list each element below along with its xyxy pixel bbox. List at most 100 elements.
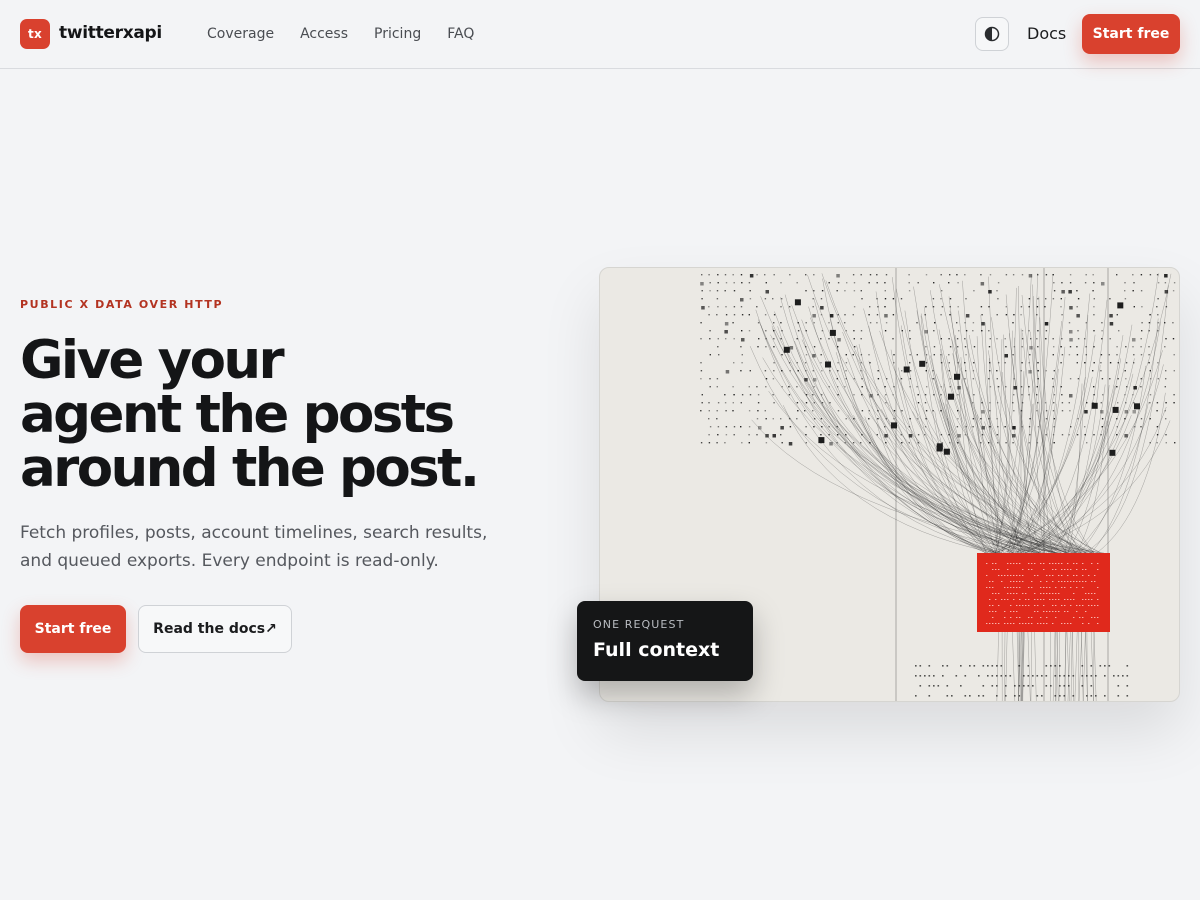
data-dot bbox=[1021, 362, 1023, 364]
block-pixel bbox=[1094, 581, 1096, 582]
data-dot bbox=[885, 442, 887, 444]
data-dot bbox=[1027, 665, 1030, 667]
data-dot bbox=[756, 386, 758, 388]
data-dot bbox=[1117, 685, 1120, 687]
data-dot bbox=[1018, 665, 1021, 667]
data-dot bbox=[1069, 410, 1071, 412]
data-dot bbox=[965, 330, 968, 332]
data-dot bbox=[1053, 426, 1055, 428]
read-docs-button[interactable]: Read the docs↗ bbox=[138, 605, 292, 653]
data-dot bbox=[1052, 386, 1054, 388]
data-dot bbox=[709, 330, 711, 332]
data-dot bbox=[748, 386, 750, 388]
data-dot bbox=[861, 434, 863, 436]
block-pixel bbox=[1058, 581, 1060, 582]
block-pixel bbox=[1088, 593, 1090, 594]
block-pixel bbox=[1025, 605, 1027, 606]
block-pixel bbox=[1010, 617, 1012, 618]
data-dot bbox=[812, 314, 816, 318]
block-pixel bbox=[1067, 599, 1069, 600]
data-dot bbox=[708, 418, 710, 420]
data-dot bbox=[1117, 675, 1120, 677]
red-output-block bbox=[977, 553, 1110, 632]
block-pixel bbox=[1019, 575, 1021, 576]
data-dot bbox=[949, 274, 951, 276]
data-dot bbox=[924, 402, 927, 404]
data-dot bbox=[860, 274, 862, 276]
data-dot bbox=[820, 306, 824, 310]
data-dot bbox=[709, 338, 711, 340]
data-dot bbox=[969, 665, 971, 667]
data-dot bbox=[853, 306, 856, 308]
data-dot bbox=[869, 442, 871, 444]
block-pixel bbox=[1088, 599, 1090, 600]
data-dot bbox=[805, 402, 808, 404]
data-dot bbox=[725, 282, 728, 284]
data-square bbox=[903, 366, 910, 373]
header-start-free-button[interactable]: Start free bbox=[1082, 14, 1180, 54]
data-dot bbox=[724, 274, 727, 276]
data-dot bbox=[821, 426, 823, 428]
block-pixel bbox=[1079, 581, 1081, 582]
data-dot bbox=[1124, 298, 1127, 300]
block-pixel bbox=[1052, 569, 1054, 570]
data-dot bbox=[709, 282, 711, 284]
hero-start-free-button[interactable]: Start free bbox=[20, 605, 126, 653]
data-dot bbox=[772, 418, 774, 420]
brand-name[interactable]: twitterxapi bbox=[59, 23, 162, 43]
data-dot bbox=[1069, 330, 1073, 334]
data-dot bbox=[1063, 675, 1066, 677]
block-pixel bbox=[1040, 581, 1042, 582]
data-dot bbox=[1109, 338, 1111, 340]
data-dot bbox=[928, 695, 931, 697]
nav-access[interactable]: Access bbox=[300, 26, 348, 42]
data-dot bbox=[837, 394, 839, 396]
data-dot bbox=[1053, 290, 1056, 292]
data-dot bbox=[996, 665, 998, 667]
docs-link[interactable]: Docs bbox=[1027, 24, 1066, 43]
data-dot bbox=[884, 306, 886, 308]
data-dot bbox=[740, 426, 742, 428]
data-dot bbox=[1081, 685, 1084, 687]
block-pixel bbox=[1052, 575, 1054, 576]
data-dot bbox=[989, 274, 992, 276]
data-dot bbox=[908, 290, 911, 292]
data-dot bbox=[1018, 685, 1021, 687]
nav-coverage[interactable]: Coverage bbox=[207, 26, 274, 42]
block-pixel bbox=[1007, 623, 1009, 624]
data-dot bbox=[884, 314, 888, 318]
block-pixel bbox=[1019, 599, 1021, 600]
data-dot bbox=[852, 442, 855, 444]
logo-icon[interactable]: tx bbox=[20, 19, 50, 49]
data-dot bbox=[981, 330, 983, 332]
data-dot bbox=[1117, 378, 1119, 380]
data-dot bbox=[886, 378, 888, 380]
block-pixel bbox=[1019, 563, 1021, 564]
data-dot bbox=[892, 338, 894, 340]
data-dot bbox=[796, 386, 798, 388]
data-dot bbox=[925, 418, 927, 420]
data-dot bbox=[805, 346, 807, 348]
nav-pricing[interactable]: Pricing bbox=[374, 26, 421, 42]
theme-toggle-button[interactable] bbox=[975, 17, 1009, 51]
data-dot bbox=[1020, 314, 1022, 316]
data-dot bbox=[989, 410, 991, 412]
data-dot bbox=[1037, 274, 1039, 276]
nav-faq[interactable]: FAQ bbox=[447, 26, 474, 42]
data-dot bbox=[821, 402, 824, 404]
data-dot bbox=[1028, 426, 1031, 428]
data-dot bbox=[861, 378, 863, 380]
data-dot bbox=[1133, 354, 1135, 356]
data-dot bbox=[965, 354, 967, 356]
block-pixel bbox=[1052, 611, 1054, 612]
block-pixel bbox=[1016, 563, 1018, 564]
data-dot bbox=[732, 410, 734, 412]
data-dot bbox=[837, 338, 841, 342]
block-pixel bbox=[1073, 593, 1075, 594]
data-dot bbox=[1077, 338, 1080, 340]
block-pixel bbox=[1028, 563, 1030, 564]
data-dot bbox=[948, 370, 950, 372]
data-dot bbox=[1149, 442, 1151, 444]
data-dot bbox=[916, 386, 918, 388]
data-dot bbox=[884, 386, 886, 388]
